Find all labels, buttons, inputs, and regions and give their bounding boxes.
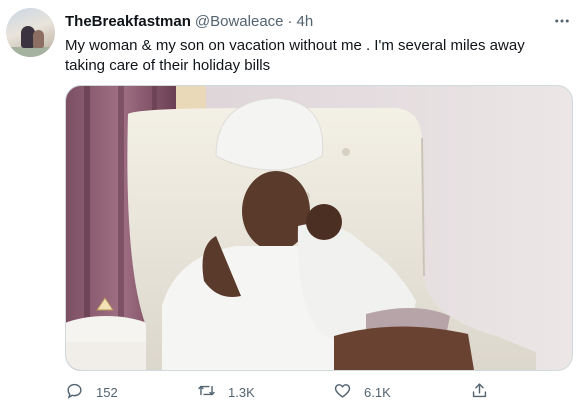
heart-icon <box>333 381 352 403</box>
tweet-card[interactable]: TheBreakfastman @Bowaleace · 4h My woman… <box>0 0 583 415</box>
avatar[interactable] <box>6 8 55 57</box>
retweet-icon <box>197 381 216 403</box>
author-name[interactable]: TheBreakfastman <box>65 13 191 30</box>
avatar-ground <box>6 47 55 57</box>
reply-icon <box>65 381 84 403</box>
share-button[interactable] <box>470 380 489 404</box>
tweet-photo[interactable] <box>65 85 573 371</box>
avatar-figure <box>33 30 44 48</box>
reply-count: 152 <box>96 384 118 400</box>
retweet-count: 1.3K <box>228 384 255 400</box>
author-handle[interactable]: @Bowaleace <box>195 13 284 30</box>
retweet-button[interactable]: 1.3K <box>197 380 255 404</box>
more-horizontal-icon[interactable] <box>552 11 572 31</box>
share-icon <box>470 381 489 403</box>
tweet-header: TheBreakfastman @Bowaleace · 4h <box>65 11 313 31</box>
separator-dot: · <box>287 12 293 30</box>
tweet-actions: 152 1.3K 6.1K <box>65 380 565 404</box>
like-button[interactable]: 6.1K <box>333 380 391 404</box>
like-count: 6.1K <box>364 384 391 400</box>
tweet-text: My woman & my son on vacation without me… <box>65 37 525 74</box>
reply-button[interactable]: 152 <box>65 380 118 404</box>
tweet-timestamp[interactable]: 4h <box>297 13 314 30</box>
